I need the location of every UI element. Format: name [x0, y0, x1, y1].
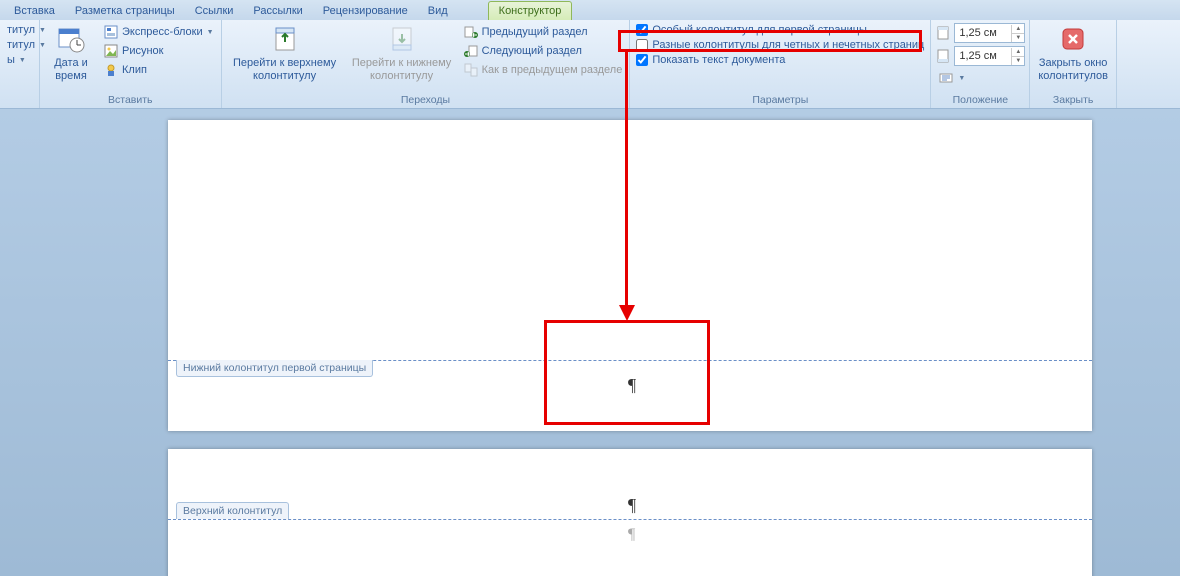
- group-position-label: Положение: [935, 94, 1025, 107]
- option-odd-even[interactable]: Разные колонтитулы для четных и нечетных…: [634, 38, 926, 52]
- close-icon: [1057, 23, 1089, 55]
- paragraph-mark-gray: ¶: [628, 526, 635, 544]
- quickparts-icon: [103, 24, 119, 40]
- insert-tab-button[interactable]: ▼: [935, 69, 1025, 87]
- option-show-doc-checkbox[interactable]: [636, 54, 648, 66]
- tab-review[interactable]: Рецензирование: [313, 2, 418, 20]
- option-first-page-checkbox[interactable]: [636, 24, 648, 36]
- calendar-icon: [55, 23, 87, 55]
- option-show-doc[interactable]: Показать текст документа: [634, 53, 926, 67]
- header-position-icon: [935, 25, 951, 41]
- picture-button[interactable]: Рисунок: [100, 42, 217, 60]
- picture-icon: [103, 43, 119, 59]
- goto-footer-button: Перейти к нижнему колонтитулу: [346, 21, 458, 84]
- spin-down[interactable]: ▼: [1012, 34, 1024, 42]
- link-icon: [463, 62, 479, 78]
- close-header-footer-button[interactable]: Закрыть окно колонтитулов: [1034, 21, 1112, 84]
- group-navigation-label: Переходы: [226, 94, 626, 107]
- ribbon: титул▼ титул▼ ы▼ Дата и время Экспресс-б…: [0, 20, 1180, 109]
- goto-footer-icon: [386, 23, 418, 55]
- spin-up[interactable]: ▲: [1012, 48, 1024, 57]
- tab-references[interactable]: Ссылки: [185, 2, 244, 20]
- next-section-button[interactable]: Следующий раздел: [460, 42, 626, 60]
- link-previous-button: Как в предыдущем разделе: [460, 61, 626, 79]
- first-page-footer-tab[interactable]: Нижний колонтитул первой страницы: [176, 360, 373, 377]
- option-odd-even-checkbox[interactable]: [636, 39, 648, 51]
- footer-from-bottom[interactable]: 1,25 см▲▼: [935, 46, 1025, 66]
- spin-down[interactable]: ▼: [1012, 57, 1024, 65]
- clip-button[interactable]: Клип: [100, 61, 217, 79]
- header-tab[interactable]: Верхний колонтитул: [176, 502, 289, 519]
- annotation-arrow-line: [625, 52, 628, 306]
- ribbon-tabs: Вставка Разметка страницы Ссылки Рассылк…: [0, 0, 1180, 20]
- tab-page-layout[interactable]: Разметка страницы: [65, 2, 185, 20]
- tab-design[interactable]: Конструктор: [488, 1, 573, 20]
- tab-mailings[interactable]: Рассылки: [243, 2, 312, 20]
- paragraph-mark: ¶: [628, 495, 636, 516]
- group-insert-label: Вставить: [44, 94, 217, 107]
- quick-parts-button[interactable]: Экспресс-блоки▼: [100, 23, 217, 41]
- group-close-label: Закрыть: [1034, 94, 1112, 107]
- group-options-label: Параметры: [634, 94, 926, 107]
- header-from-top[interactable]: 1,25 см▲▼: [935, 23, 1025, 43]
- clip-icon: [103, 62, 119, 78]
- option-first-page[interactable]: Особый колонтитул для первой страницы: [634, 23, 926, 37]
- page-2[interactable]: ¶ Верхний колонтитул ¶: [168, 449, 1092, 576]
- prev-section-button[interactable]: Предыдущий раздел: [460, 23, 626, 41]
- spin-up[interactable]: ▲: [1012, 25, 1024, 34]
- tab-insert[interactable]: Вставка: [4, 2, 65, 20]
- goto-header-icon: [269, 23, 301, 55]
- paragraph-mark: ¶: [628, 375, 636, 396]
- tab-view[interactable]: Вид: [418, 2, 458, 20]
- date-time-button[interactable]: Дата и время: [44, 21, 98, 84]
- next-section-icon: [463, 43, 479, 59]
- tab-icon: [938, 70, 954, 86]
- annotation-arrow-head: [619, 305, 635, 321]
- prev-section-icon: [463, 24, 479, 40]
- footer-position-icon: [935, 48, 951, 64]
- goto-header-button[interactable]: Перейти к верхнему колонтитулу: [226, 21, 344, 84]
- page-1[interactable]: Нижний колонтитул первой страницы ¶: [168, 120, 1092, 431]
